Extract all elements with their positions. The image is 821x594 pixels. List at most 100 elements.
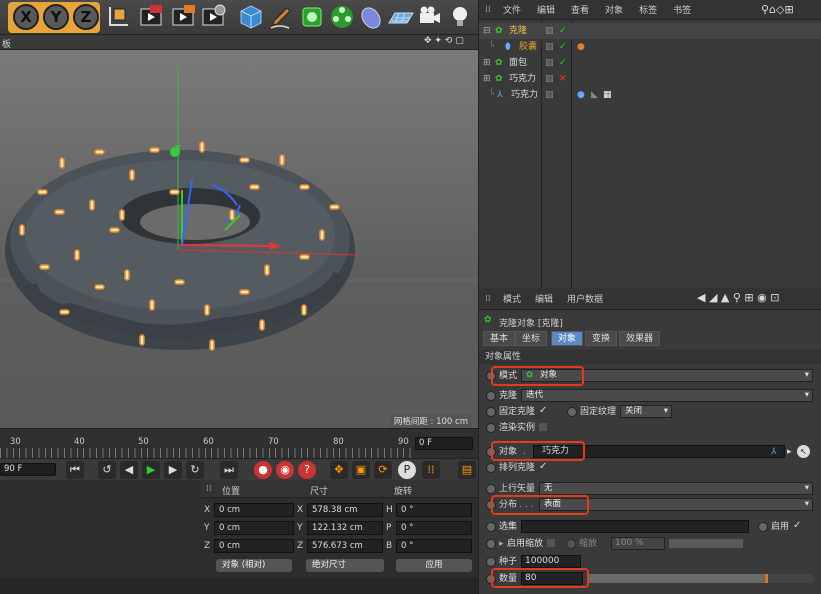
- move-key-icon[interactable]: ✥: [330, 461, 348, 479]
- render-to-picture-viewer-icon[interactable]: [170, 3, 198, 31]
- pos-x-field[interactable]: 0 cm: [214, 503, 294, 517]
- param-key-icon[interactable]: P: [398, 461, 416, 479]
- am-nav-icons[interactable]: ◀ ◢ ▲ ⚲ ⊞ ◉ ⊡: [697, 291, 779, 304]
- viewport[interactable]: 网格间距 : 100 cm: [0, 50, 478, 428]
- timeline-ruler[interactable]: [0, 448, 412, 458]
- enable-checkbox[interactable]: ✓: [793, 521, 803, 531]
- visibility-icon[interactable]: ▨: [545, 87, 554, 103]
- seed-field[interactable]: 100000: [521, 555, 581, 568]
- tab-coord[interactable]: 坐标: [515, 331, 548, 346]
- size-mode-select[interactable]: 绝对尺寸: [306, 559, 384, 572]
- size-y-field[interactable]: 122.132 cm: [307, 521, 383, 535]
- end-frame-field[interactable]: 90 F: [0, 463, 56, 476]
- viewport-menu-label[interactable]: 板: [2, 37, 11, 50]
- om-menu-tags[interactable]: 标签: [639, 3, 657, 16]
- visibility-icon[interactable]: ▨: [545, 55, 554, 71]
- play-icon[interactable]: ▶: [142, 461, 160, 479]
- z-axis-button[interactable]: Z: [73, 4, 99, 30]
- fixed-texture-dropdown[interactable]: 关闭: [620, 405, 672, 418]
- timeline-window-icon[interactable]: ▤: [458, 461, 476, 479]
- am-menu-mode[interactable]: 模式: [503, 292, 521, 305]
- clone-dropdown[interactable]: 迭代: [521, 389, 813, 402]
- pick-object-icon[interactable]: ↖: [797, 445, 810, 458]
- object-name[interactable]: 克隆: [509, 23, 527, 39]
- om-menu-file[interactable]: 文件: [503, 3, 521, 16]
- render-settings-icon[interactable]: [200, 3, 228, 31]
- om-row-bread[interactable]: ⊞ ✿ 面包 ▨ ✓: [479, 55, 821, 71]
- rotate-key-icon[interactable]: ⟳: [374, 461, 392, 479]
- visibility-icon[interactable]: ▨: [545, 71, 554, 87]
- pen-icon[interactable]: [268, 3, 296, 31]
- tab-transform[interactable]: 变换: [585, 331, 618, 346]
- current-frame-field[interactable]: 0 F: [415, 437, 473, 450]
- om-row-cloner[interactable]: ⊟ ✿ 克隆 ▨ ✓: [479, 23, 821, 39]
- keyframe-help-icon[interactable]: ?: [298, 461, 316, 479]
- tab-basic[interactable]: 基本: [483, 331, 516, 346]
- enabled-check-icon[interactable]: ✓: [559, 55, 567, 71]
- enable-scale-checkbox[interactable]: [547, 539, 555, 547]
- record-icon[interactable]: ●: [254, 461, 272, 479]
- render-view-icon[interactable]: [138, 3, 166, 31]
- selection-field[interactable]: [521, 520, 749, 533]
- autokey-icon[interactable]: ◉: [276, 461, 294, 479]
- om-search-icons[interactable]: ⚲⌂◇⊞: [761, 3, 794, 16]
- tab-effectors[interactable]: 效果器: [619, 331, 661, 346]
- object-name[interactable]: 面包: [509, 55, 527, 71]
- up-vector-dropdown[interactable]: 无: [539, 482, 813, 495]
- light-icon[interactable]: [446, 3, 474, 31]
- om-row-chocolate-deformer[interactable]: └ ⅄ 巧克力 ▨ ● ◣ ▦: [479, 87, 821, 103]
- size-z-field[interactable]: 576.673 cm: [307, 539, 383, 553]
- timeline[interactable]: 30 40 50 60 70 80 90 0 F: [0, 428, 478, 458]
- pos-y-field[interactable]: 0 cm: [214, 521, 294, 535]
- fixed-clone-checkbox[interactable]: ✓: [539, 406, 549, 416]
- om-row-capsule[interactable]: └ ⬮ 胶囊 ▨ ✓ ●: [479, 39, 821, 55]
- expand-icon[interactable]: ⊞: [483, 55, 491, 71]
- visibility-icon[interactable]: ▨: [545, 39, 554, 55]
- goto-start-icon[interactable]: ⏮: [66, 461, 84, 479]
- scale-key-icon[interactable]: ▣: [352, 461, 370, 479]
- object-name[interactable]: 巧克力: [511, 87, 538, 103]
- tab-object[interactable]: 对象: [551, 331, 584, 346]
- enabled-check-icon[interactable]: ✓: [559, 39, 567, 55]
- deformer-icon[interactable]: [357, 3, 385, 31]
- material-tag-icon[interactable]: ●: [577, 87, 585, 103]
- om-row-chocolate[interactable]: ⊞ ✿ 巧克力 ▨ ✕: [479, 71, 821, 87]
- coordinate-system-icon[interactable]: [104, 3, 132, 31]
- next-key-icon[interactable]: ↻: [186, 461, 204, 479]
- point-level-icon[interactable]: ⁞⁞: [422, 461, 440, 479]
- viewport-nav-icons[interactable]: ✥ ✦ ⟲ ▢: [424, 36, 464, 46]
- link-arrow-icon[interactable]: ▸: [787, 444, 792, 460]
- expand-icon[interactable]: ⊟: [483, 23, 491, 39]
- render-instances-checkbox[interactable]: [539, 423, 547, 431]
- am-menu-userdata[interactable]: 用户数据: [567, 292, 603, 305]
- object-name[interactable]: 胶囊: [519, 39, 537, 55]
- cube-icon[interactable]: [237, 3, 265, 31]
- x-axis-button[interactable]: X: [13, 4, 39, 30]
- prev-frame-icon[interactable]: ◀: [120, 461, 138, 479]
- next-frame-icon[interactable]: ▶: [164, 461, 182, 479]
- coordinate-mode-select[interactable]: 对象 (相对): [216, 559, 292, 572]
- checker-tag-icon[interactable]: ▦: [603, 87, 612, 103]
- tag-icon[interactable]: ◣: [591, 87, 598, 103]
- arrange-clones-checkbox[interactable]: ✓: [539, 462, 549, 472]
- rot-p-field[interactable]: 0 °: [396, 521, 472, 535]
- om-menu-objects[interactable]: 对象: [605, 3, 623, 16]
- material-tag-icon[interactable]: ●: [577, 39, 585, 55]
- prev-key-icon[interactable]: ↺: [98, 461, 116, 479]
- floor-icon[interactable]: [387, 3, 415, 31]
- size-x-field[interactable]: 578.38 cm: [307, 503, 383, 517]
- visibility-icon[interactable]: ▨: [545, 23, 554, 39]
- goto-end-icon[interactable]: ⏭: [220, 461, 238, 479]
- om-menu-edit[interactable]: 编辑: [537, 3, 555, 16]
- expand-icon[interactable]: ⊞: [483, 71, 491, 87]
- y-axis-button[interactable]: Y: [43, 4, 69, 30]
- apply-button[interactable]: 应用: [396, 559, 472, 572]
- pos-z-field[interactable]: 0 cm: [214, 539, 294, 553]
- rot-h-field[interactable]: 0 °: [396, 503, 472, 517]
- om-menu-view[interactable]: 查看: [571, 3, 589, 16]
- camera-icon[interactable]: [416, 3, 444, 31]
- disabled-x-icon[interactable]: ✕: [559, 71, 567, 87]
- count-slider[interactable]: [587, 574, 813, 583]
- rot-b-field[interactable]: 0 °: [396, 539, 472, 553]
- om-menu-bookmarks[interactable]: 书签: [673, 3, 691, 16]
